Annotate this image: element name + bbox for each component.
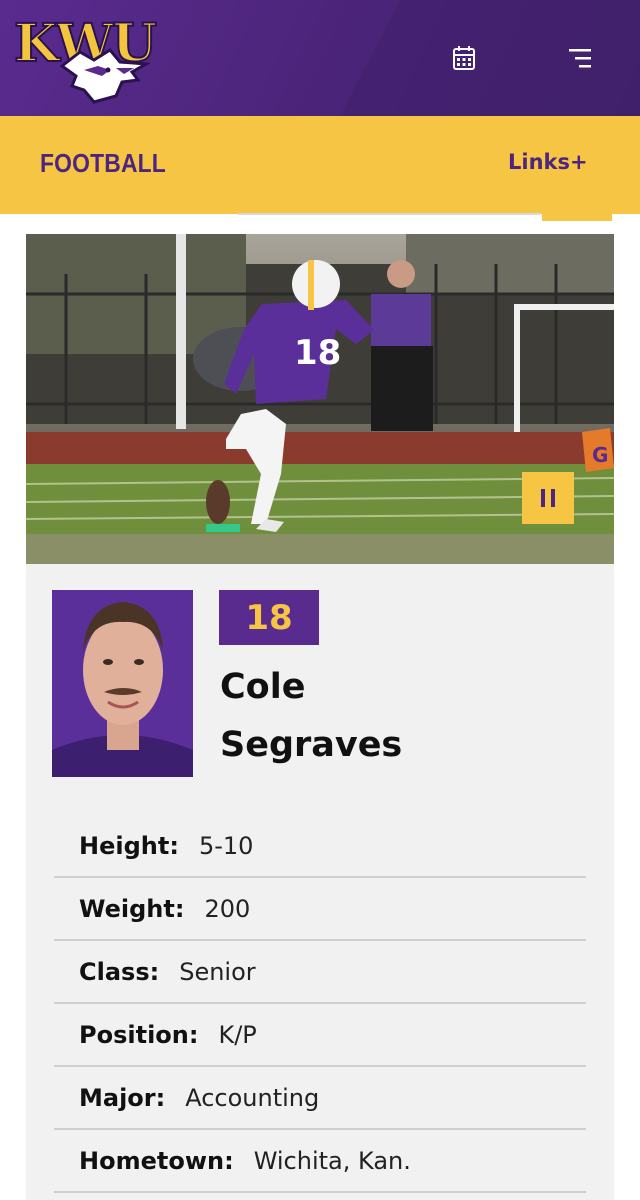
stat-label: Hometown:: [79, 1146, 234, 1175]
svg-text:G: G: [592, 443, 608, 467]
stat-label: Major:: [79, 1083, 166, 1112]
site-header: KWU: [0, 0, 640, 116]
stat-value: Wichita, Kan.: [253, 1146, 411, 1175]
stat-value: 200: [204, 894, 251, 923]
sport-title[interactable]: FOOTBALL: [40, 148, 166, 179]
stat-value: 5-10: [198, 831, 254, 860]
calendar-button[interactable]: [444, 40, 484, 76]
stat-label: Weight:: [79, 894, 185, 923]
stat-row-height: Height: 5-10: [54, 815, 586, 878]
stat-row-class: Class: Senior: [54, 941, 586, 1004]
submenu-tab-indicator: [542, 214, 612, 221]
links-button[interactable]: Links+: [508, 150, 588, 174]
coyote-logo-icon: [59, 48, 151, 104]
svg-text:18: 18: [294, 333, 341, 373]
menu-icon: [569, 49, 591, 68]
stat-label: Position:: [79, 1020, 199, 1049]
calendar-icon: [453, 46, 475, 70]
player-last-name: Segraves: [220, 725, 403, 765]
submenu-divider: [238, 213, 540, 215]
menu-button[interactable]: [560, 40, 600, 76]
headshot-image: [52, 590, 193, 777]
kwu-logo[interactable]: KWU: [13, 16, 164, 104]
stat-row-position: Position: K/P: [54, 1004, 586, 1067]
jersey-number-badge: 18: [219, 590, 319, 645]
pause-button[interactable]: [522, 472, 574, 524]
stat-value: Senior: [179, 957, 256, 986]
stat-value: Accounting: [185, 1083, 320, 1112]
player-stats-list: Height: 5-10 Weight: 200 Class: Senior P…: [54, 815, 586, 1193]
stat-value: K/P: [218, 1020, 257, 1049]
stat-row-weight: Weight: 200: [54, 878, 586, 941]
stat-row-major: Major: Accounting: [54, 1067, 586, 1130]
stat-row-hometown: Hometown: Wichita, Kan.: [54, 1130, 586, 1193]
pause-icon: [541, 489, 545, 507]
player-headshot: [52, 590, 193, 777]
stat-label: Height:: [79, 831, 179, 860]
stat-label: Class:: [79, 957, 160, 986]
player-first-name: Cole: [220, 667, 306, 707]
